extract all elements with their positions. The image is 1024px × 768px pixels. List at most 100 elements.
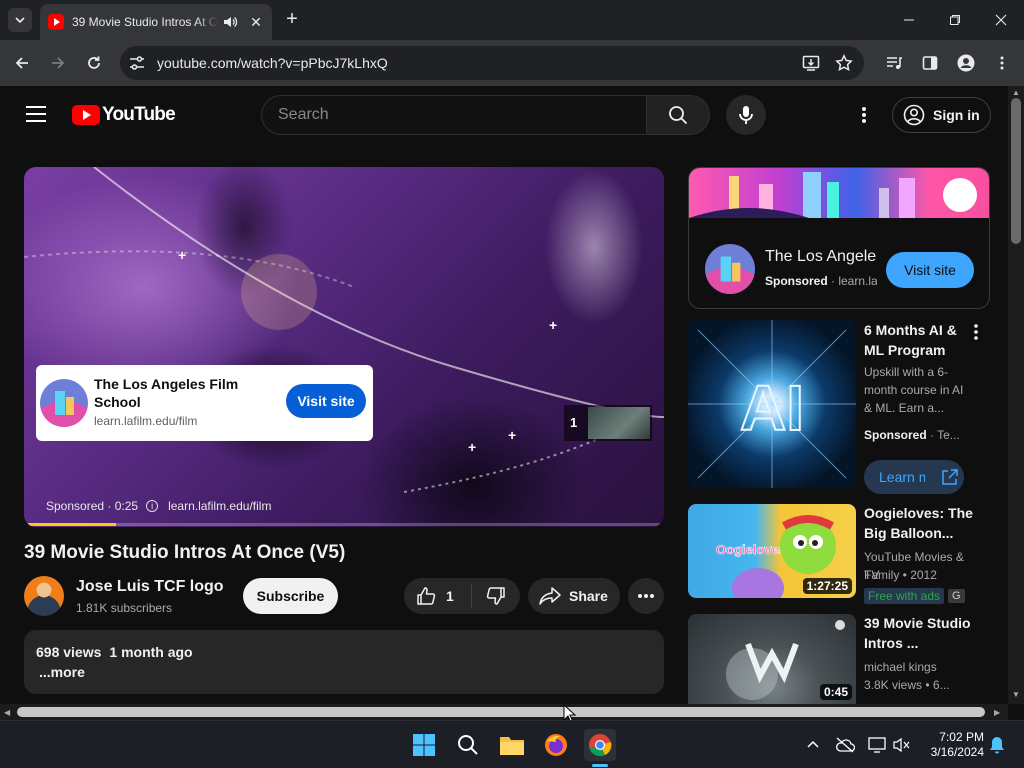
- microphone-icon: [739, 106, 753, 124]
- like-count: 1: [446, 588, 454, 604]
- rec-thumbnail-oogieloves[interactable]: Oogieloves 1:27:25: [688, 504, 856, 598]
- sidebar-ad-title[interactable]: The Los Angeles Film School: [765, 248, 877, 266]
- side-panel-button[interactable]: [918, 51, 942, 75]
- rec-title[interactable]: 6 Months AI & ML Program: [864, 320, 974, 360]
- reload-button[interactable]: [82, 51, 106, 75]
- ad-visit-site-button[interactable]: Visit site: [286, 384, 366, 418]
- player-scene-graphic: [24, 167, 664, 493]
- more-actions-button[interactable]: [628, 578, 664, 614]
- more-horizontal-icon: [638, 594, 654, 598]
- taskbar-clock[interactable]: 7:02 PM 3/16/2024: [922, 730, 984, 760]
- back-button[interactable]: [10, 51, 34, 75]
- info-icon[interactable]: i: [146, 500, 159, 512]
- speaker-icon[interactable]: [222, 14, 238, 30]
- firefox-button[interactable]: [540, 729, 572, 761]
- scroll-up-arrow-icon[interactable]: ▲: [1012, 88, 1020, 97]
- video-title: 39 Movie Studio Intros At Once (V5): [24, 542, 346, 563]
- scroll-left-arrow-icon[interactable]: ◀: [4, 708, 10, 717]
- sidebar-ad[interactable]: The Los Angeles Film School Sponsored · …: [688, 167, 990, 309]
- learn-more-label: Learn more: [879, 469, 925, 485]
- taskbar-search-button[interactable]: [452, 729, 484, 761]
- youtube-logo[interactable]: YouTube: [72, 104, 176, 126]
- rec-more-button[interactable]: [966, 322, 986, 342]
- vertical-scroll-thumb[interactable]: [1011, 98, 1021, 244]
- horizontal-scrollbar[interactable]: ◀ ▶: [0, 704, 1008, 720]
- tab-search-button[interactable]: [8, 8, 32, 32]
- youtube-favicon-icon: [48, 14, 64, 30]
- sidebar-visit-site-button[interactable]: Visit site: [886, 252, 974, 288]
- profile-button[interactable]: [954, 51, 978, 75]
- description-box[interactable]: 698 views 1 month ago ...more: [24, 630, 664, 694]
- network-tray-button[interactable]: [867, 735, 887, 755]
- rec-thumbnail-studio-intros[interactable]: 0:45: [688, 614, 856, 704]
- settings-menu-button[interactable]: [852, 103, 876, 127]
- horizontal-scroll-thumb[interactable]: [17, 707, 985, 717]
- active-app-indicator: [592, 764, 608, 767]
- rec-description: Upskill with a 6-month course in AI & ML…: [864, 365, 964, 415]
- like-button[interactable]: 1: [404, 578, 470, 614]
- address-bar[interactable]: youtube.com/watch?v=pPbcJ7kLhxQ: [120, 46, 864, 80]
- scroll-down-arrow-icon[interactable]: ▼: [1012, 690, 1020, 699]
- learn-more-button[interactable]: Learn more: [864, 460, 964, 494]
- browser-tab-active[interactable]: 39 Movie Studio Intros At Once (V5) - Yo…: [40, 4, 272, 40]
- guide-menu-button[interactable]: [26, 106, 46, 122]
- ad-card-url[interactable]: learn.lafilm.edu/film: [94, 414, 197, 428]
- description-more-link[interactable]: ...more: [39, 664, 85, 680]
- ad-info-url[interactable]: learn.lafilm.edu/film: [168, 499, 271, 513]
- reload-icon: [88, 56, 100, 69]
- rec-title[interactable]: Oogieloves: The Big Balloon...: [864, 503, 974, 543]
- browser-menu-button[interactable]: [990, 51, 1014, 75]
- ad-progress-fill: [28, 523, 117, 526]
- sponsored-label: Sponsored: [765, 274, 828, 288]
- sponsored-label: Sponsored: [864, 428, 927, 442]
- dislike-button[interactable]: [472, 578, 520, 614]
- rec-thumbnail-ai[interactable]: AI: [688, 320, 856, 488]
- player-ad-card[interactable]: The Los Angeles Film School learn.lafilm…: [36, 365, 373, 441]
- scroll-right-arrow-icon[interactable]: ▶: [994, 708, 1000, 717]
- speaker-muted-icon: [893, 737, 910, 753]
- file-explorer-button[interactable]: [496, 729, 528, 761]
- start-button[interactable]: [408, 729, 440, 761]
- search-button[interactable]: [646, 95, 710, 135]
- show-hidden-icons-button[interactable]: [803, 735, 823, 755]
- cloud-off-icon: [836, 737, 855, 753]
- close-window-button[interactable]: [978, 0, 1024, 40]
- subscribe-button[interactable]: Subscribe: [243, 578, 338, 614]
- view-count: 698 views: [36, 644, 102, 660]
- rec-meta: 3.8K views • 6...: [864, 678, 950, 692]
- share-button[interactable]: Share: [528, 578, 620, 614]
- bookmark-star-icon[interactable]: [835, 54, 853, 72]
- voice-search-button[interactable]: [726, 95, 766, 135]
- channel-name[interactable]: Jose Luis TCF logo maker: [76, 578, 224, 596]
- channel-avatar[interactable]: [24, 576, 64, 616]
- media-controls-button[interactable]: [882, 51, 906, 75]
- sparkle-icon: +: [508, 427, 517, 443]
- ad-progress-bar[interactable]: [28, 523, 660, 526]
- onedrive-tray-button[interactable]: [835, 735, 855, 755]
- volume-tray-button[interactable]: [892, 735, 912, 755]
- restore-window-button[interactable]: [932, 0, 978, 40]
- sparkle-icon: +: [549, 317, 558, 333]
- new-tab-button[interactable]: +: [282, 9, 302, 30]
- chrome-button[interactable]: [584, 729, 616, 761]
- vertical-scrollbar[interactable]: ▲ ▼: [1008, 86, 1024, 704]
- video-player[interactable]: + + + + The Los Angeles Film School lear…: [24, 167, 664, 527]
- notifications-button[interactable]: [987, 735, 1007, 755]
- ad-card-title[interactable]: The Los Angeles Film School: [94, 375, 254, 411]
- minimize-window-button[interactable]: [886, 0, 932, 40]
- close-tab-icon[interactable]: ✕: [248, 14, 264, 30]
- rec-title[interactable]: 39 Movie Studio Intros ...: [864, 613, 974, 653]
- forward-button[interactable]: [46, 51, 70, 75]
- svg-text:AI: AI: [740, 372, 804, 444]
- arrow-right-icon: [52, 57, 65, 69]
- minimize-icon: [904, 19, 914, 21]
- site-info-icon[interactable]: [128, 54, 146, 72]
- search-icon: [458, 735, 478, 755]
- la-film-school-logo: [40, 379, 88, 427]
- ad-sponsored-label: Sponsored · 0:25: [46, 499, 139, 513]
- rec-channel[interactable]: michael kings: [864, 658, 974, 676]
- install-app-icon[interactable]: [802, 54, 820, 72]
- ad-preview-thumbnail[interactable]: 1: [564, 405, 652, 441]
- sign-in-button[interactable]: Sign in: [892, 97, 991, 133]
- search-input[interactable]: [262, 96, 646, 134]
